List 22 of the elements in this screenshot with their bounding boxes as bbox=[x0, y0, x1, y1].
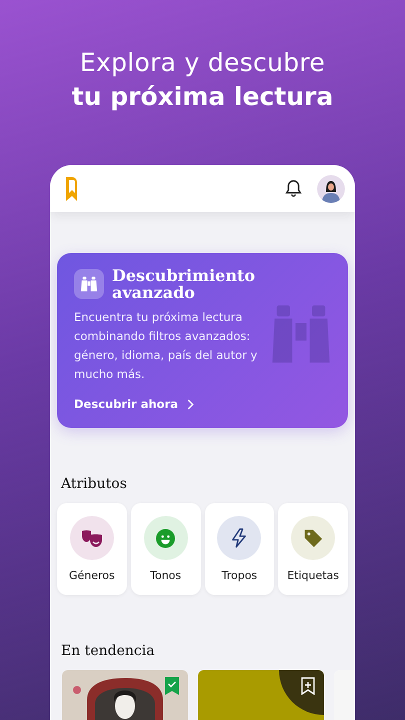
attribute-label: Tropos bbox=[222, 569, 258, 582]
attribute-tile[interactable]: Tropos bbox=[204, 503, 274, 595]
avatar[interactable] bbox=[317, 174, 345, 202]
discover-link[interactable]: Descubrir ahora bbox=[74, 397, 194, 411]
chevron-icon bbox=[187, 398, 194, 410]
attribute-tile[interactable]: Tonos bbox=[130, 503, 200, 595]
bell-icon[interactable] bbox=[285, 179, 302, 198]
bookmark-check-icon[interactable] bbox=[165, 677, 179, 695]
section-title: En tendencia bbox=[61, 643, 156, 659]
promo-card[interactable]: Descubrimiento avanzado Encuentra tu próxima lectura combinando filtros avanzados: género, idioma, país del autor y mucho más. Descubrir ahora bbox=[57, 253, 348, 428]
promo-title: Descubrimiento avanzado bbox=[112, 267, 256, 301]
binoculars-icon bbox=[74, 269, 104, 299]
headline: Explora y descubre bbox=[80, 47, 326, 79]
attribute-tile[interactable]: Géneros bbox=[57, 503, 127, 595]
promo-text: Encuentra tu próxima lectura combinando filtros avanzados: género, idioma, país del autor y mucho más. bbox=[74, 309, 258, 383]
section-title: Atributos bbox=[61, 476, 128, 492]
attribute-label: Etiquetas bbox=[287, 569, 340, 582]
attribute-tile[interactable]: Etiquetas bbox=[278, 503, 348, 595]
attribute-label: Géneros bbox=[68, 569, 115, 582]
attribute-label: Tonos bbox=[150, 569, 182, 582]
headline: tu próxima lectura bbox=[72, 81, 334, 113]
bookmark-add-icon[interactable] bbox=[301, 677, 315, 695]
